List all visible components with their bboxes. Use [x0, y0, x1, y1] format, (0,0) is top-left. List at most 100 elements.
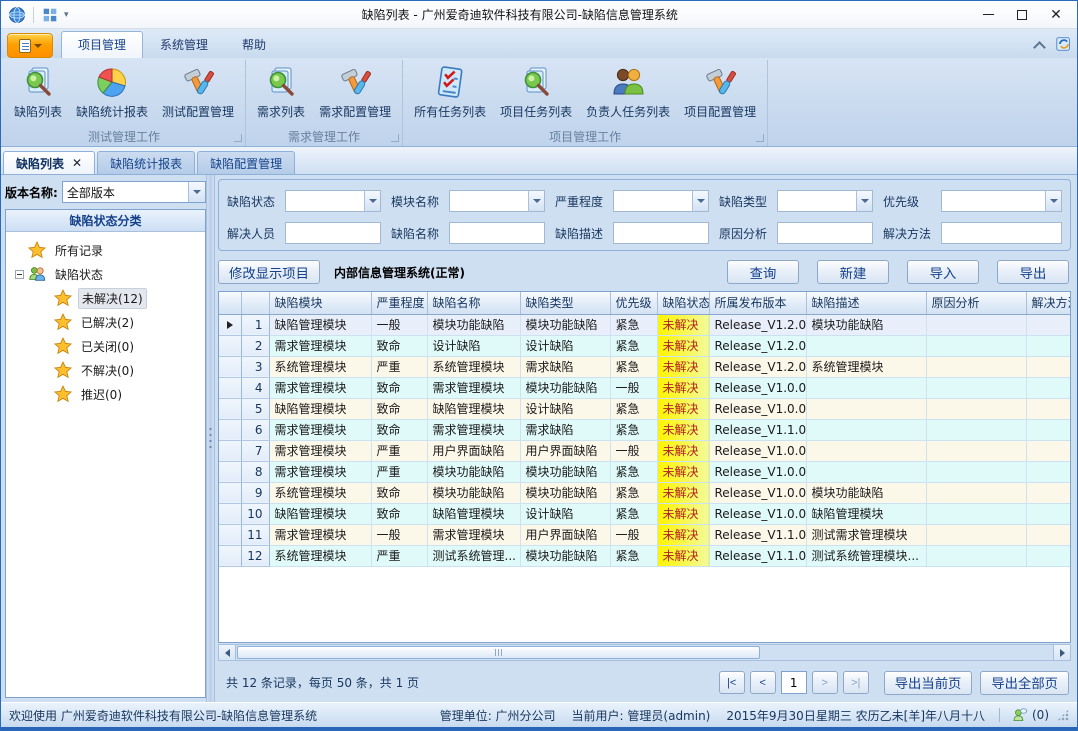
table-row[interactable]: 1缺陷管理模块一般模块功能缺陷模块功能缺陷紧急未解决Release_V1.2.0… — [219, 314, 1071, 335]
ribbon-button-0-2[interactable]: 测试配置管理 — [155, 62, 241, 122]
ribbon-tab-0[interactable]: 项目管理 — [61, 31, 143, 58]
chevron-down-icon[interactable] — [188, 182, 205, 202]
version-select[interactable]: 全部版本 — [62, 181, 206, 203]
dialog-launcher-icon[interactable] — [234, 134, 242, 142]
table-row[interactable]: 10缺陷管理模块致命缺陷管理模块设计缺陷紧急未解决Release_V1.0.0缺… — [219, 503, 1071, 524]
column-header-1[interactable]: 严重程度 — [371, 292, 427, 314]
chevron-down-icon[interactable] — [528, 191, 544, 211]
chevron-down-icon[interactable] — [364, 191, 380, 211]
search-button[interactable]: 查询 — [727, 260, 799, 284]
export-current-page-button[interactable]: 导出当前页 — [884, 671, 973, 695]
filter-input[interactable] — [777, 222, 873, 244]
quick-access-icon[interactable] — [41, 6, 59, 24]
filter-select[interactable] — [449, 190, 545, 212]
chevron-down-icon[interactable] — [692, 191, 708, 211]
filter-select[interactable] — [613, 190, 709, 212]
resize-grip[interactable] — [1057, 709, 1069, 721]
splitter-handle[interactable] — [206, 175, 215, 702]
dialog-launcher-icon[interactable] — [391, 134, 399, 142]
tab-close-icon[interactable]: ✕ — [72, 157, 82, 169]
table-row[interactable]: 4需求管理模块致命需求管理模块模块功能缺陷一般未解决Release_V1.0.0 — [219, 377, 1071, 398]
ribbon-button-1-0[interactable]: 需求列表 — [250, 62, 312, 122]
maximize-button[interactable] — [1005, 4, 1039, 26]
minimize-button[interactable] — [971, 4, 1005, 26]
filter-select[interactable] — [285, 190, 381, 212]
filter-input[interactable] — [941, 222, 1062, 244]
table-row[interactable]: 9系统管理模块致命模块功能缺陷模块功能缺陷紧急未解决Release_V1.0.0… — [219, 482, 1071, 503]
collapse-ribbon-icon[interactable] — [1035, 41, 1045, 47]
column-header-6[interactable]: 所属发布版本 — [709, 292, 806, 314]
scroll-left-icon[interactable] — [219, 645, 236, 660]
row-selector-cell[interactable] — [219, 503, 241, 524]
filter-select[interactable] — [941, 190, 1062, 212]
row-selector-cell[interactable] — [219, 440, 241, 461]
ribbon-button-2-0[interactable]: 所有任务列表 — [407, 62, 493, 122]
tree-item-3[interactable]: 已解决(2) — [8, 310, 203, 334]
tree-item-0[interactable]: 所有记录 — [8, 238, 203, 262]
tree-item-5[interactable]: 不解决(0) — [8, 358, 203, 382]
ribbon-button-0-1[interactable]: 缺陷统计报表 — [69, 62, 155, 122]
document-tab-2[interactable]: 缺陷配置管理 — [197, 151, 295, 174]
column-header-3[interactable]: 缺陷类型 — [520, 292, 610, 314]
ribbon-tab-2[interactable]: 帮助 — [225, 31, 283, 58]
export-button[interactable]: 导出 — [997, 260, 1069, 284]
close-button[interactable]: ✕ — [1039, 4, 1073, 26]
chevron-down-icon[interactable] — [1045, 191, 1061, 211]
row-selector-cell[interactable] — [219, 314, 241, 335]
column-header-5[interactable]: 缺陷状态 — [657, 292, 709, 314]
chevron-down-icon[interactable] — [856, 191, 872, 211]
filter-input[interactable] — [285, 222, 381, 244]
dialog-launcher-icon[interactable] — [756, 134, 764, 142]
row-selector-cell[interactable] — [219, 377, 241, 398]
next-page-button[interactable]: > — [812, 671, 838, 694]
collapse-toggle-icon[interactable] — [15, 270, 24, 279]
table-row[interactable]: 12系统管理模块严重测试系统管理...模块功能缺陷紧急未解决Release_V1… — [219, 545, 1071, 566]
messages-icon[interactable] — [1012, 707, 1028, 723]
horizontal-scrollbar[interactable] — [218, 644, 1071, 661]
document-tab-1[interactable]: 缺陷统计报表 — [97, 151, 195, 174]
last-page-button[interactable]: >| — [843, 671, 869, 694]
first-page-button[interactable]: |< — [719, 671, 745, 694]
column-header-4[interactable]: 优先级 — [610, 292, 657, 314]
row-selector-cell[interactable] — [219, 335, 241, 356]
import-button[interactable]: 导入 — [907, 260, 979, 284]
row-selector-cell[interactable] — [219, 545, 241, 566]
ribbon-button-2-2[interactable]: 负责人任务列表 — [579, 62, 677, 122]
ribbon-button-2-1[interactable]: 项目任务列表 — [493, 62, 579, 122]
column-header-7[interactable]: 缺陷描述 — [806, 292, 926, 314]
tree-item-2[interactable]: 未解决(12) — [8, 286, 203, 310]
export-all-pages-button[interactable]: 导出全部页 — [980, 671, 1069, 695]
modify-columns-button[interactable]: 修改显示项目 — [218, 260, 320, 284]
row-selector-cell[interactable] — [219, 398, 241, 419]
table-row[interactable]: 5缺陷管理模块致命缺陷管理模块设计缺陷紧急未解决Release_V1.0.0 — [219, 398, 1071, 419]
row-selector-cell[interactable] — [219, 356, 241, 377]
column-header-8[interactable]: 原因分析 — [926, 292, 1026, 314]
filter-select[interactable] — [777, 190, 873, 212]
table-row[interactable]: 2需求管理模块致命设计缺陷设计缺陷紧急未解决Release_V1.2.0 — [219, 335, 1071, 356]
new-button[interactable]: 新建 — [817, 260, 889, 284]
column-header-9[interactable]: 解决方法 — [1026, 292, 1071, 314]
ribbon-button-0-0[interactable]: 缺陷列表 — [7, 62, 69, 122]
table-row[interactable]: 11需求管理模块一般需求管理模块用户界面缺陷一般未解决Release_V1.1.… — [219, 524, 1071, 545]
scroll-right-icon[interactable] — [1053, 645, 1070, 660]
page-number-input[interactable] — [781, 671, 807, 694]
table-row[interactable]: 8需求管理模块严重模块功能缺陷模块功能缺陷紧急未解决Release_V1.0.0 — [219, 461, 1071, 482]
ribbon-button-1-1[interactable]: 需求配置管理 — [312, 62, 398, 122]
row-selector-cell[interactable] — [219, 482, 241, 503]
ribbon-button-2-3[interactable]: 项目配置管理 — [677, 62, 763, 122]
ribbon-tab-1[interactable]: 系统管理 — [143, 31, 225, 58]
table-row[interactable]: 3系统管理模块严重系统管理模块需求缺陷紧急未解决Release_V1.2.0系统… — [219, 356, 1071, 377]
document-tab-0[interactable]: 缺陷列表✕ — [3, 151, 95, 174]
column-header-0[interactable]: 缺陷模块 — [269, 292, 371, 314]
filter-input[interactable] — [449, 222, 545, 244]
filter-input[interactable] — [613, 222, 709, 244]
row-selector-cell[interactable] — [219, 524, 241, 545]
column-header-2[interactable]: 缺陷名称 — [427, 292, 520, 314]
switch-window-icon[interactable] — [1055, 35, 1073, 53]
prev-page-button[interactable]: < — [750, 671, 776, 694]
table-row[interactable]: 7需求管理模块严重用户界面缺陷用户界面缺陷一般未解决Release_V1.0.0 — [219, 440, 1071, 461]
app-menu-button[interactable] — [7, 33, 53, 58]
scrollbar-thumb[interactable] — [237, 646, 760, 659]
row-selector-cell[interactable] — [219, 461, 241, 482]
tree-item-6[interactable]: 推迟(0) — [8, 382, 203, 406]
